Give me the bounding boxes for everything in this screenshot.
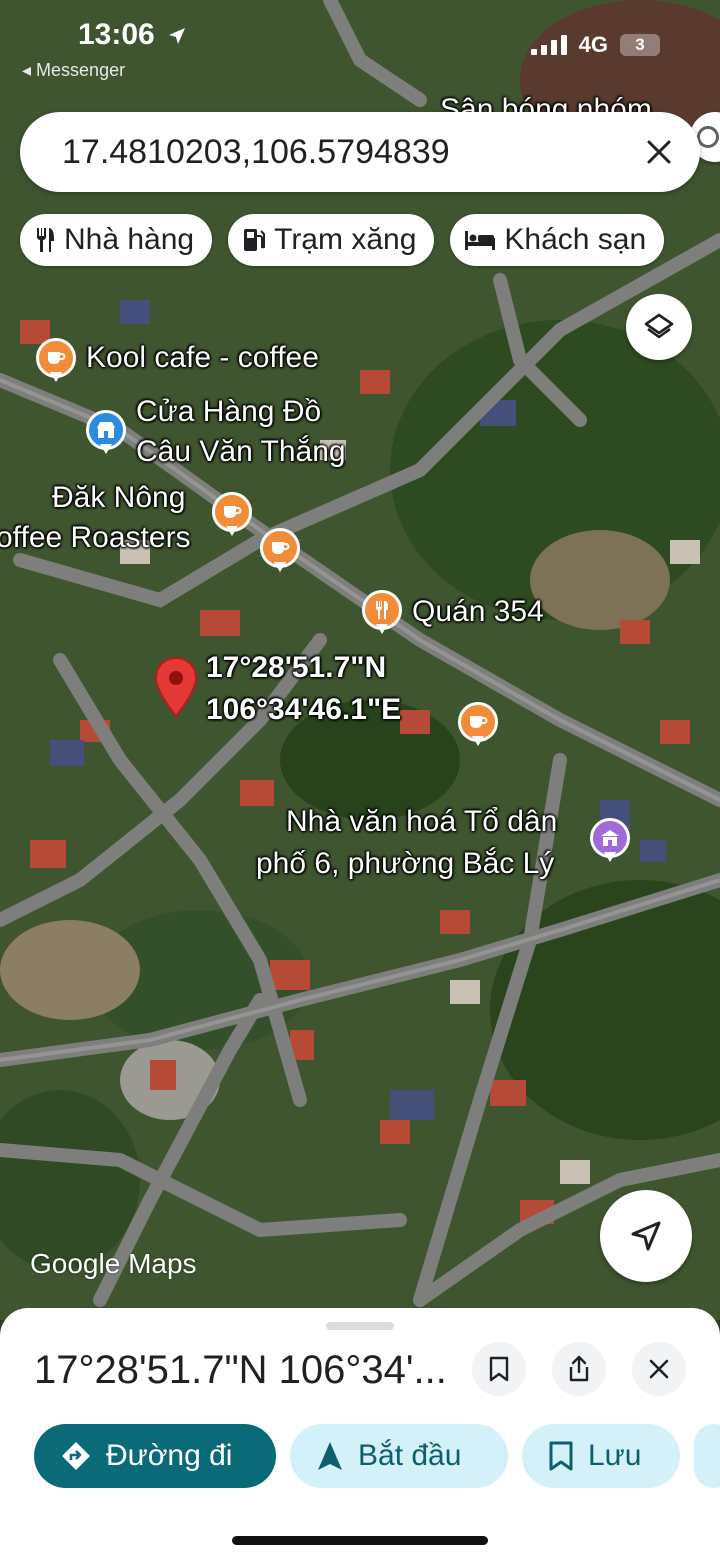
map-label-cua-hang-line1[interactable]: Cửa Hàng Đồ bbox=[136, 392, 321, 432]
clock-text: 13:06 bbox=[78, 18, 155, 51]
layers-button[interactable] bbox=[626, 294, 692, 360]
save-button[interactable]: Lưu bbox=[522, 1424, 680, 1488]
map-label-kool-cafe[interactable]: Kool cafe - coffee bbox=[86, 338, 319, 378]
cafe-pin[interactable] bbox=[36, 338, 76, 386]
share-icon bbox=[569, 1355, 589, 1382]
chip-label: Khách sạn bbox=[504, 223, 647, 256]
close-icon bbox=[649, 1359, 669, 1379]
map-label-quan-354[interactable]: Quán 354 bbox=[412, 592, 544, 632]
bookmark-icon bbox=[489, 1356, 509, 1382]
start-label: Bắt đầu bbox=[358, 1439, 462, 1472]
satellite-map[interactable]: Sân bóng nhóm Kool cafe - coffee Cửa Hàn… bbox=[0, 0, 720, 1320]
status-bar: 13:06 ◂ Messenger 4G 3 bbox=[0, 0, 720, 90]
clear-search-button[interactable] bbox=[624, 117, 694, 187]
map-label-nha-van-hoa-line1[interactable]: Nhà văn hoá Tổ dân bbox=[286, 802, 557, 842]
layers-icon bbox=[644, 313, 674, 339]
my-location-button[interactable] bbox=[600, 1190, 692, 1282]
cafe-pin[interactable] bbox=[260, 528, 300, 576]
search-input[interactable]: 17.4810203,106.5794839 bbox=[62, 133, 624, 172]
category-chips: Nhà hàng Trạm xăng Khách sạn bbox=[20, 214, 665, 266]
save-icon-button[interactable] bbox=[472, 1342, 526, 1396]
save-label: Lưu bbox=[588, 1439, 642, 1472]
gas-station-icon bbox=[244, 229, 266, 251]
restaurant-icon bbox=[37, 228, 54, 252]
bookmark-icon bbox=[549, 1441, 573, 1471]
chip-hotels[interactable]: Khách sạn bbox=[450, 214, 665, 266]
back-to-messenger-link[interactable]: ◂ Messenger bbox=[22, 60, 125, 81]
cafe-pin[interactable] bbox=[212, 492, 252, 540]
restaurant-pin[interactable] bbox=[362, 590, 402, 638]
dropped-pin-icon[interactable] bbox=[154, 656, 198, 723]
map-label-nha-van-hoa-line2[interactable]: phố 6, phường Bắc Lý bbox=[256, 844, 554, 884]
map-label-dak-nong-line1[interactable]: Đăk Nông bbox=[52, 478, 185, 518]
directions-icon bbox=[62, 1442, 90, 1470]
close-sheet-button[interactable] bbox=[632, 1342, 686, 1396]
battery-icon: 3 bbox=[620, 34, 660, 56]
home-indicator bbox=[232, 1536, 488, 1545]
google-maps-watermark: Google Maps bbox=[30, 1248, 197, 1279]
search-bar[interactable]: 17.4810203,106.5794839 bbox=[20, 112, 700, 192]
directions-button[interactable]: Đường đi bbox=[34, 1424, 276, 1488]
share-button[interactable] bbox=[552, 1342, 606, 1396]
signal-icon bbox=[530, 35, 567, 55]
directions-label: Đường đi bbox=[106, 1439, 233, 1472]
place-title: 17°28'51.7"N 106°34'... bbox=[34, 1348, 447, 1392]
chip-restaurants[interactable]: Nhà hàng bbox=[20, 214, 213, 266]
shop-pin[interactable] bbox=[86, 410, 126, 458]
pin-longitude-label: 106°34'46.1"E bbox=[206, 693, 402, 726]
navigation-start-icon bbox=[318, 1442, 342, 1470]
map-label-dak-nong-line2[interactable]: offee Roasters bbox=[0, 518, 191, 558]
chip-gas-stations[interactable]: Trạm xăng bbox=[228, 214, 435, 266]
chip-label: Trạm xăng bbox=[274, 223, 417, 256]
close-icon bbox=[647, 140, 671, 164]
network-type: 4G bbox=[578, 32, 608, 57]
sheet-drag-handle[interactable] bbox=[326, 1322, 394, 1330]
pin-latitude-label: 17°28'51.7"N bbox=[206, 651, 387, 684]
sheet-actions: Đường đi Bắt đầu Lưu bbox=[34, 1424, 720, 1488]
location-arrow-icon bbox=[169, 28, 186, 45]
status-indicators: 4G 3 bbox=[530, 32, 660, 58]
status-time: 13:06 bbox=[78, 18, 187, 52]
chip-label: Nhà hàng bbox=[64, 223, 195, 256]
community-pin[interactable] bbox=[590, 818, 630, 866]
map-label-cua-hang-line2[interactable]: Câu Văn Thắng bbox=[136, 432, 346, 472]
navigation-arrow-icon bbox=[631, 1221, 661, 1251]
place-bottom-sheet[interactable]: 17°28'51.7"N 106°34'... Đường đi Bắt đầu… bbox=[0, 1308, 720, 1560]
start-navigation-button[interactable]: Bắt đầu bbox=[290, 1424, 508, 1488]
cafe-pin[interactable] bbox=[458, 702, 498, 750]
hotel-icon bbox=[465, 231, 496, 250]
more-actions-partial[interactable] bbox=[694, 1424, 720, 1488]
